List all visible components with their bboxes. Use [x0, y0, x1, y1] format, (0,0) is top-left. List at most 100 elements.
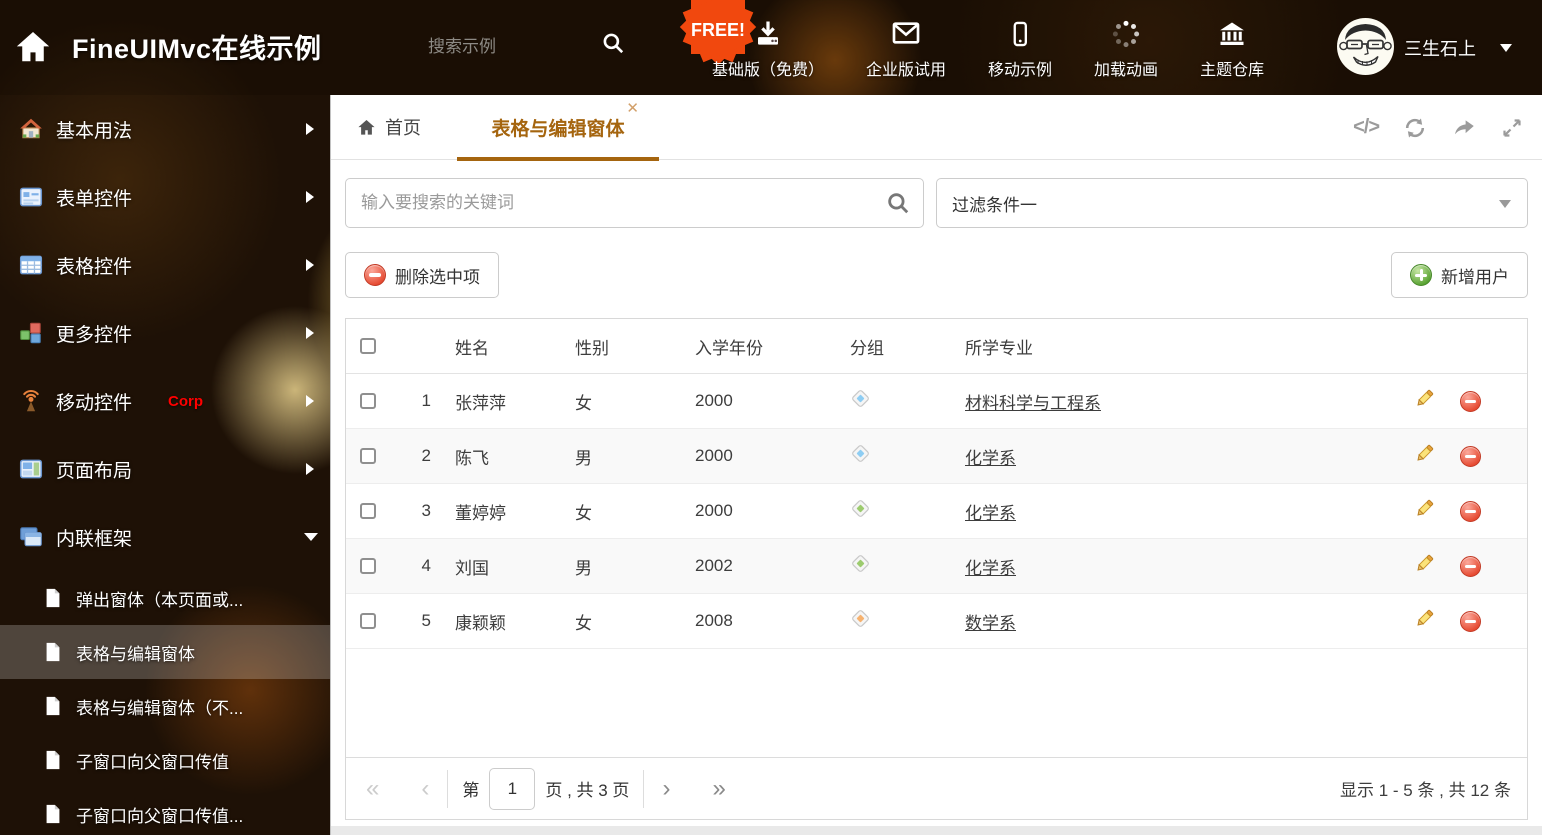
delete-icon[interactable]: [1460, 501, 1481, 522]
page-number-input[interactable]: [489, 768, 535, 810]
nav-basic-edition[interactable]: 基础版（免费）: [712, 15, 824, 80]
last-page-icon[interactable]: »: [708, 777, 729, 801]
sidebar-subitem-grid-edit-window[interactable]: 表格与编辑窗体: [0, 625, 330, 679]
col-header-name[interactable]: 姓名: [441, 334, 561, 359]
user-caret-icon[interactable]: [1500, 44, 1512, 52]
layout-icon: [18, 456, 44, 482]
sidebar-item-label: 基本用法: [56, 116, 132, 143]
delete-icon[interactable]: [1460, 446, 1481, 467]
cell-year: 2000: [681, 501, 836, 521]
search-icon[interactable]: [885, 190, 911, 216]
table-row[interactable]: 4 刘国 男 2002 化学系: [346, 539, 1527, 594]
cell-name: 陈飞: [441, 444, 561, 469]
col-header-major[interactable]: 所学专业: [951, 334, 1401, 359]
share-icon[interactable]: [1451, 115, 1477, 141]
delete-selected-button[interactable]: 删除选中项: [345, 252, 499, 298]
row-checkbox[interactable]: [360, 393, 376, 409]
major-link[interactable]: 化学系: [965, 444, 1016, 469]
delete-icon[interactable]: [1460, 556, 1481, 577]
plus-icon: [1410, 264, 1432, 286]
row-checkbox[interactable]: [360, 503, 376, 519]
envelope-icon: [890, 15, 922, 49]
sidebar-subitem-popup-window[interactable]: 弹出窗体（本页面或...: [0, 571, 330, 625]
select-all-checkbox[interactable]: [360, 338, 376, 354]
cell-year: 2000: [681, 391, 836, 411]
prev-page-icon[interactable]: ‹: [417, 777, 433, 801]
delete-icon[interactable]: [1460, 611, 1481, 632]
tab-close-icon[interactable]: ✕: [626, 101, 639, 116]
sidebar-item-basic-usage[interactable]: 基本用法: [0, 95, 330, 163]
chevron-down-icon: [304, 533, 318, 541]
major-link[interactable]: 化学系: [965, 499, 1016, 524]
major-link[interactable]: 材料科学与工程系: [965, 389, 1101, 414]
edit-icon[interactable]: [1414, 608, 1435, 634]
next-page-icon[interactable]: ›: [658, 777, 674, 801]
page-prefix: 第: [462, 776, 479, 801]
action-row: 删除选中项 新增用户: [345, 252, 1528, 298]
nav-loading-animation[interactable]: 加载动画: [1094, 15, 1158, 80]
sidebar-item-more-controls[interactable]: 更多控件: [0, 299, 330, 367]
keyword-search-box: [345, 178, 924, 228]
chevron-right-icon: [306, 259, 314, 271]
first-page-icon[interactable]: «: [362, 777, 383, 801]
major-link[interactable]: 化学系: [965, 554, 1016, 579]
cell-name: 康颖颖: [441, 609, 561, 634]
row-checkbox[interactable]: [360, 448, 376, 464]
chevron-right-icon: [306, 395, 314, 407]
col-header-gender[interactable]: 性别: [561, 334, 681, 359]
edit-icon[interactable]: [1414, 553, 1435, 579]
add-user-button[interactable]: 新增用户: [1391, 252, 1528, 298]
source-code-icon[interactable]: </>: [1353, 116, 1379, 139]
tab-home[interactable]: 首页: [357, 95, 421, 159]
refresh-icon[interactable]: [1402, 115, 1428, 141]
sidebar-subitem-child-to-parent-2[interactable]: 子窗口向父窗口传值...: [0, 787, 330, 835]
pager-divider: [447, 770, 448, 808]
filter-row: 过滤条件一: [345, 178, 1528, 228]
sidebar-item-label: 表单控件: [56, 184, 132, 211]
edit-icon[interactable]: [1414, 443, 1435, 469]
nav-theme-repo[interactable]: 主题仓库: [1200, 15, 1264, 80]
delete-icon[interactable]: [1460, 391, 1481, 412]
header-search-input[interactable]: [428, 30, 588, 64]
nav-label: 加载动画: [1094, 56, 1158, 80]
sidebar-item-page-layout[interactable]: 页面布局: [0, 435, 330, 503]
edit-icon[interactable]: [1414, 388, 1435, 414]
expand-icon[interactable]: [1500, 116, 1524, 140]
edit-icon[interactable]: [1414, 498, 1435, 524]
row-checkbox[interactable]: [360, 558, 376, 574]
cell-name: 董婷婷: [441, 499, 561, 524]
sidebar-item-grid-controls[interactable]: 表格控件: [0, 231, 330, 299]
sidebar-item-form-controls[interactable]: 表单控件: [0, 163, 330, 231]
tag-icon: [850, 608, 871, 634]
mobile-icon: [1006, 15, 1034, 49]
tag-icon: [850, 443, 871, 469]
col-header-group[interactable]: 分组: [836, 334, 951, 359]
filter-dropdown-value: 过滤条件一: [952, 191, 1037, 216]
filter-dropdown[interactable]: 过滤条件一: [936, 178, 1528, 228]
tab-grid-edit-window[interactable]: 表格与编辑窗体 ✕: [457, 95, 659, 160]
row-checkbox[interactable]: [360, 613, 376, 629]
table-row[interactable]: 1 张萍萍 女 2000 材料科学与工程系: [346, 374, 1527, 429]
sidebar-subitem-child-to-parent[interactable]: 子窗口向父窗口传值: [0, 733, 330, 787]
bank-icon: [1216, 15, 1248, 49]
nav-mobile-examples[interactable]: 移动示例: [988, 15, 1052, 80]
sidebar-item-inline-frame[interactable]: 内联框架: [0, 503, 330, 571]
table-row[interactable]: 2 陈飞 男 2000 化学系: [346, 429, 1527, 484]
chevron-right-icon: [306, 123, 314, 135]
nav-enterprise-trial[interactable]: 企业版试用: [866, 15, 946, 80]
major-link[interactable]: 数学系: [965, 609, 1016, 634]
sidebar-item-mobile-controls[interactable]: 移动控件 Corp: [0, 367, 330, 435]
home-logo-icon[interactable]: [14, 28, 52, 66]
cubes-icon: [18, 320, 44, 346]
username[interactable]: 三生石上: [1404, 35, 1476, 61]
table-row[interactable]: 3 董婷婷 女 2000 化学系: [346, 484, 1527, 539]
sidebar-subitem-grid-edit-window-2[interactable]: 表格与编辑窗体（不...: [0, 679, 330, 733]
keyword-search-input[interactable]: [346, 179, 923, 227]
tab-label: 首页: [385, 114, 421, 140]
app-title: FineUIMvc在线示例: [72, 27, 322, 66]
nav-label: 移动示例: [988, 56, 1052, 80]
table-row[interactable]: 5 康颖颖 女 2008 数学系: [346, 594, 1527, 649]
header-search-icon[interactable]: [600, 30, 626, 56]
avatar[interactable]: [1337, 18, 1394, 75]
col-header-year[interactable]: 入学年份: [681, 334, 836, 359]
